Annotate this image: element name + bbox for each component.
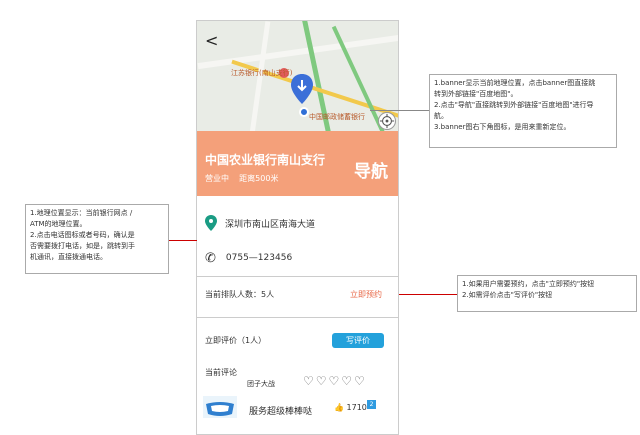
queue-row: 当前排队人数：5人 立即预约 xyxy=(197,283,398,305)
map-banner[interactable]: < 江苏银行(南山支行) 中国邮政储蓄银行 xyxy=(197,21,398,131)
map-marker-icon xyxy=(205,215,217,231)
divider xyxy=(197,317,398,318)
note-line: 航。 xyxy=(434,112,448,120)
note-line: 1.banner显示当前地理位置，点击banner图直接跳 xyxy=(434,79,596,87)
connector-line xyxy=(370,110,429,111)
review-title: 立即评价（1人） xyxy=(205,335,267,345)
queue-count: 当前排队人数：5人 xyxy=(205,289,275,299)
phone-row[interactable]: ✆ 0755—123456 xyxy=(197,240,398,276)
reply-badge: 2 xyxy=(367,400,376,409)
current-reviews-label: 当前评论 xyxy=(205,368,237,377)
note-line: ATM的地理位置。 xyxy=(30,220,87,228)
back-arrow-icon[interactable]: < xyxy=(205,31,218,50)
review-comment: 服务超级棒棒哒 xyxy=(249,407,313,417)
divider xyxy=(197,276,398,277)
location-pin-icon xyxy=(291,74,313,104)
phone-number[interactable]: 0755—123456 xyxy=(226,253,292,263)
note-line: 3.banner图右下角图标，是用来重新定位。 xyxy=(434,123,571,131)
map-label-bank: 江苏银行(南山支行) xyxy=(231,69,293,77)
bank-name: 中国农业银行南山支行 xyxy=(205,153,326,167)
navigate-button[interactable]: 导航 xyxy=(354,157,388,182)
current-location-dot xyxy=(299,107,309,117)
address-text: 深圳市南山区南海大道 xyxy=(225,219,316,230)
note-line: 机通讯，直接拨通电话。 xyxy=(30,253,107,261)
reserve-annotation: 1.如果用户需要预约，点击"立即预约"按钮 2.如需评价点击"写评价"按钮 xyxy=(457,275,637,312)
bank-status: 营业中 xyxy=(205,174,229,183)
note-line: 2.点击电话图标或者号码，确认是 xyxy=(30,231,135,239)
bank-status-distance: 营业中 距离500米 xyxy=(205,173,278,184)
write-review-button[interactable]: 写评价 xyxy=(332,332,384,348)
like-count[interactable]: 👍 1710 xyxy=(334,403,367,412)
rating-hearts-icon[interactable]: ♡♡♡♡♡ xyxy=(303,374,367,388)
thumbs-up-icon[interactable]: 👍 xyxy=(334,403,344,412)
connector-line xyxy=(169,240,197,241)
note-line: 1.如果用户需要预约，点击"立即预约"按钮 xyxy=(462,280,595,288)
note-line: 转到外部链接"百度地图"。 xyxy=(434,90,518,98)
bank-banner[interactable]: 中国农业银行南山支行 营业中 距离500米 导航 xyxy=(197,131,398,196)
note-line: 1.地理位置显示：当前银行网点 / xyxy=(30,209,133,217)
note-line: 2.如需评价点击"写评价"按钮 xyxy=(462,291,553,299)
note-line: 否需要拨打电话，如是，跳转到手 xyxy=(30,242,135,250)
relocate-icon[interactable] xyxy=(378,112,396,130)
phone-icon[interactable]: ✆ xyxy=(205,251,216,266)
bank-distance: 距离500米 xyxy=(239,174,279,183)
reviewer-avatar xyxy=(203,396,237,418)
banner-annotation: 1.banner显示当前地理位置，点击banner图直接跳 转到外部链接"百度地… xyxy=(429,74,617,148)
review-header: 立即评价（1人） 写评价 xyxy=(197,331,398,349)
map-label-poi: 中国邮政储蓄银行 xyxy=(309,113,365,121)
address-row: 深圳市南山区南海大道 xyxy=(197,206,398,240)
connector-line xyxy=(399,294,457,295)
note-line: 2.点击"导航"直接跳转到外部链接"百度地图"进行导 xyxy=(434,101,594,109)
location-annotation: 1.地理位置显示：当前银行网点 / ATM的地理位置。 2.点击电话图标或者号码… xyxy=(25,204,169,274)
reviewer-name: 团子大战 xyxy=(247,380,275,388)
like-number: 1710 xyxy=(346,403,367,412)
reserve-button[interactable]: 立即预约 xyxy=(350,289,382,300)
phone-screen: < 江苏银行(南山支行) 中国邮政储蓄银行 中国农业银行南山支行 营业中 距离5… xyxy=(196,20,399,435)
